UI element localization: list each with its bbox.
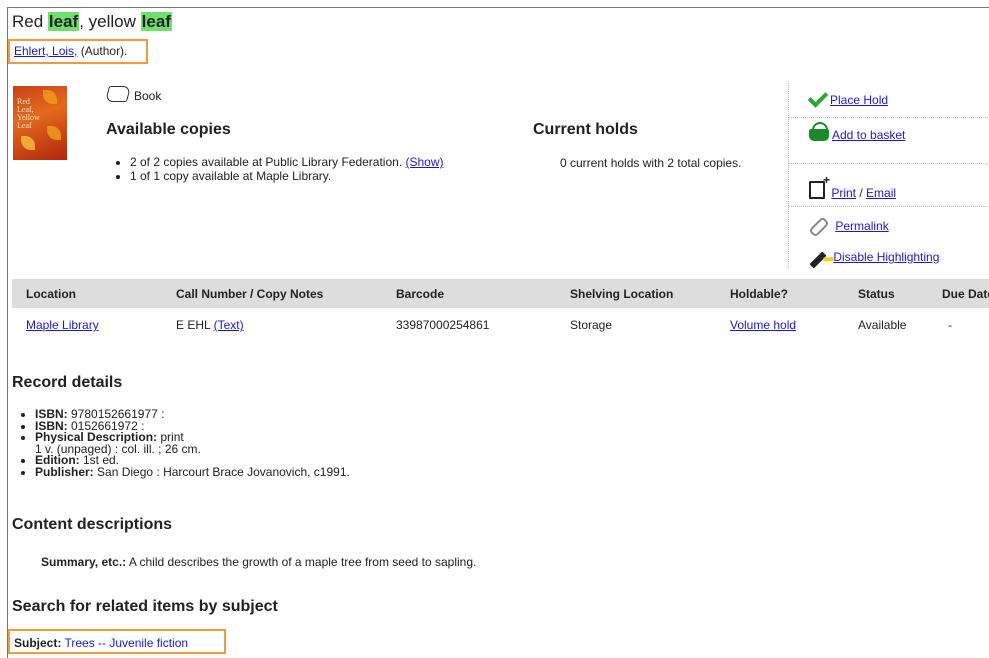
disable-highlight-action[interactable]: Disable Highlighting <box>809 250 939 269</box>
book-cover-image[interactable]: Red Leaf, Yellow Leaf <box>13 86 67 160</box>
list-item: 2 of 2 copies available at Public Librar… <box>130 155 444 169</box>
location-link[interactable]: Maple Library <box>26 318 99 332</box>
col-shelving: Shelving Location <box>570 279 730 308</box>
text-link[interactable]: (Text) <box>214 318 244 332</box>
print-link[interactable]: Print <box>831 186 856 200</box>
email-link[interactable]: Email <box>866 186 896 200</box>
add-basket-link[interactable]: Add to basket <box>832 128 905 142</box>
permalink-action[interactable]: Permalink <box>808 216 889 238</box>
place-hold-action[interactable]: Place Hold <box>807 87 888 108</box>
table-row: Maple Library E EHL (Text) 3398700025486… <box>12 308 989 342</box>
col-call-number: Call Number / Copy Notes <box>176 279 396 308</box>
search-highlight: leaf <box>140 12 172 31</box>
summary-text: Summary, etc.: A child describes the gro… <box>41 555 477 569</box>
related-subjects-heading: Search for related items by subject <box>12 598 278 615</box>
record-title: Red leaf, yellow leaf <box>12 12 172 31</box>
availability-list: 2 of 2 copies available at Public Librar… <box>110 155 444 183</box>
holds-summary: 0 current holds with 2 total copies. <box>560 156 742 170</box>
record-details-heading: Record details <box>12 374 123 391</box>
col-status: Status <box>858 279 942 308</box>
basket-icon <box>809 122 829 141</box>
subject-line: Subject: Trees -- Juvenile fiction <box>14 636 189 650</box>
record-actions-panel: Place Hold Add to basket Print / Email P… <box>788 83 989 269</box>
subject-link[interactable]: Trees -- Juvenile fiction <box>61 636 188 650</box>
print-email-action: Print / Email <box>809 173 896 200</box>
list-item: Publisher: San Diego : Harcourt Brace Jo… <box>35 466 350 479</box>
col-due-date: Due Date <box>942 279 989 308</box>
link-icon <box>808 216 830 238</box>
volume-hold-link[interactable]: Volume hold <box>730 318 796 332</box>
barcode-cell: 33987000254861 <box>396 318 490 332</box>
highlighter-icon <box>809 251 827 269</box>
list-item: 1 of 1 copy available at Maple Library. <box>130 169 444 183</box>
content-descriptions-heading: Content descriptions <box>12 516 173 533</box>
author-link[interactable]: Ehlert, Lois, <box>14 44 77 58</box>
place-hold-link[interactable]: Place Hold <box>830 93 888 107</box>
col-location: Location <box>12 279 176 308</box>
show-link[interactable]: (Show) <box>406 155 444 169</box>
shelving-cell: Storage <box>570 318 613 332</box>
table-header-row: Location Call Number / Copy Notes Barcod… <box>12 279 989 308</box>
format-label: Book <box>104 86 161 103</box>
book-icon <box>104 86 132 102</box>
add-basket-action[interactable]: Add to basket <box>809 122 905 142</box>
search-highlight: leaf <box>47 12 80 31</box>
available-copies-heading: Available copies <box>106 121 231 138</box>
copies-table: Location Call Number / Copy Notes Barcod… <box>12 279 989 342</box>
record-details-list: ISBN: 9780152661977 : ISBN: 0152661972 :… <box>14 408 350 479</box>
col-holdable: Holdable? <box>730 279 858 308</box>
permalink-link[interactable]: Permalink <box>835 219 888 233</box>
check-icon <box>807 87 829 108</box>
disable-highlight-link[interactable]: Disable Highlighting <box>833 250 939 264</box>
status-cell: Available <box>858 318 907 332</box>
list-item: Physical Description: print1 v. (unpaged… <box>35 431 350 455</box>
author-line: Ehlert, Lois, (Author). <box>14 44 128 58</box>
current-holds-heading: Current holds <box>533 121 638 138</box>
print-icon <box>809 173 830 199</box>
cover-title: Red Leaf, Yellow Leaf <box>17 97 40 130</box>
due-date-cell: - <box>948 318 952 332</box>
col-barcode: Barcode <box>396 279 570 308</box>
